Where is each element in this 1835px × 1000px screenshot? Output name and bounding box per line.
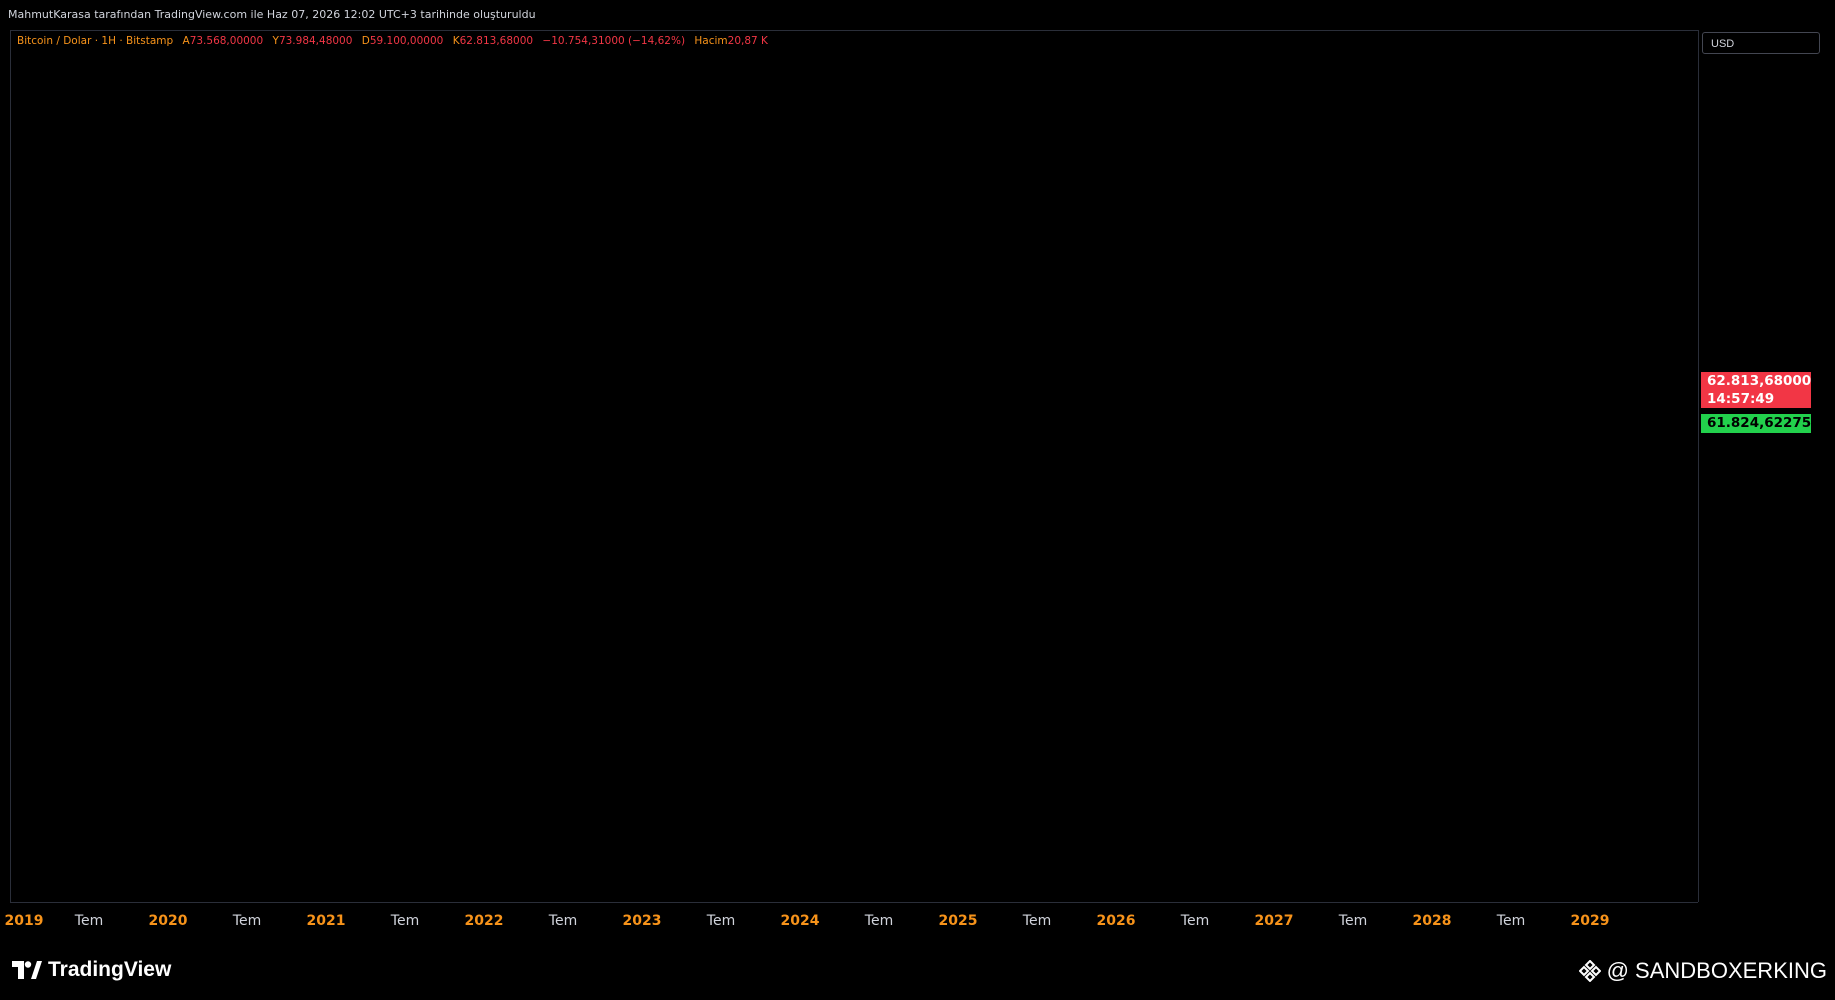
time-tick-label: 2024 [780,913,820,929]
volume-value: 20,87 K [727,35,768,47]
change-value: −10.754,31000 (−14,62%) [542,35,686,47]
last-price-value: 62.813,68000 [1707,373,1812,389]
tradingview-logo[interactable]: TradingView [12,958,171,982]
price-chart-svg[interactable] [10,30,1698,902]
chart-caption: MahmutKarasa tarafından TradingView.com … [8,8,536,21]
open-value: 73.568,00000 [189,35,264,47]
time-tick-label: 2029 [1570,913,1610,929]
high-label: Y [272,35,279,47]
time-tick-label: Tem [864,913,894,929]
time-tick-label: 2019 [4,913,44,929]
tradingview-logo-icon [12,961,42,979]
tradingview-brand-text: TradingView [48,958,172,981]
time-tick-label: 2021 [306,913,346,929]
time-tick-label: Tem [390,913,420,929]
time-tick-label: Tem [232,913,262,929]
ma-price-tag: 61.824,62275 [1701,414,1811,433]
bar-countdown: 14:57:49 [1707,391,1775,407]
high-value: 73.984,48000 [278,35,353,47]
low-value: 59.100,00000 [369,35,444,47]
open-label: A [182,35,190,47]
time-tick-label: Tem [1022,913,1052,929]
time-tick-label: 2020 [148,913,188,929]
time-tick-label: Tem [1496,913,1526,929]
symbol-name: Bitcoin / Dolar · 1H · Bitstamp [17,35,174,47]
watermark-text: @ SANDBOXERKING [1606,958,1827,983]
time-tick-label: 2026 [1096,913,1136,929]
time-tick-label: 2025 [938,913,978,929]
binance-diamond-icon [1578,960,1601,982]
close-label: K [452,35,460,47]
author-watermark: @ SANDBOXERKING [1578,958,1827,984]
time-tick-label: Tem [1338,913,1368,929]
time-tick-label: Tem [706,913,736,929]
symbol-legend[interactable]: Bitcoin / Dolar · 1H · Bitstamp A73.568,… [17,35,768,47]
time-tick-label: 2022 [464,913,504,929]
low-label: D [361,35,370,47]
price-axis[interactable] [1698,30,1835,902]
currency-selector[interactable]: USD [1702,32,1820,54]
footer [0,940,1835,1000]
close-value: 62.813,68000 [459,35,534,47]
time-tick-label: Tem [74,913,104,929]
time-tick-label: 2027 [1254,913,1294,929]
time-tick-label: 2023 [622,913,662,929]
time-tick-label: 2028 [1412,913,1452,929]
last-price-tag: 62.813,68000 14:57:49 [1701,372,1811,408]
time-tick-label: Tem [1180,913,1210,929]
time-tick-label: Tem [548,913,578,929]
volume-label: Hacim [694,35,728,47]
